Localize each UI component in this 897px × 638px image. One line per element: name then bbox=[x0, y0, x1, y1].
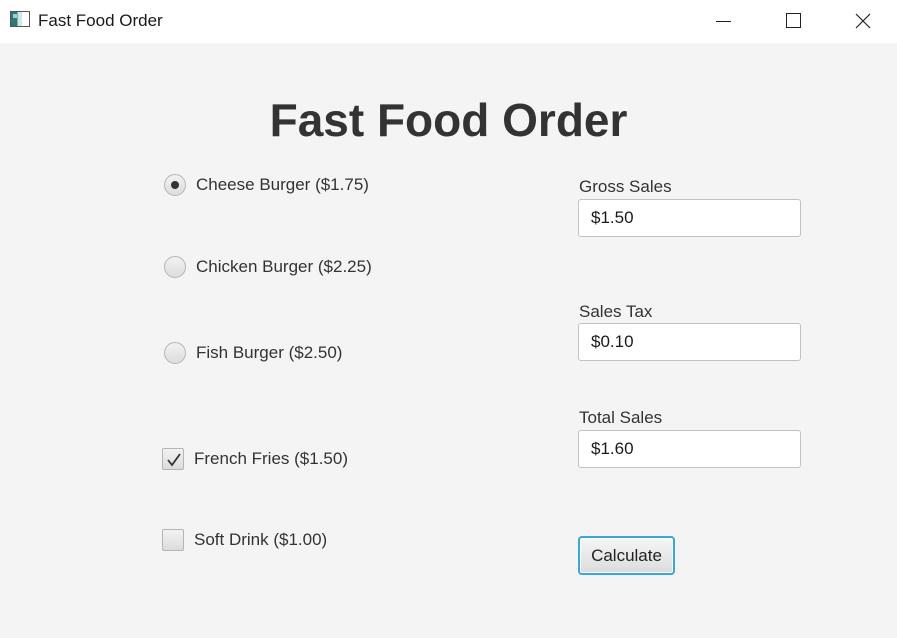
checkbox-label: French Fries ($1.50) bbox=[194, 449, 348, 468]
radio-label: Fish Burger ($2.50) bbox=[196, 343, 343, 362]
checkbox-icon[interactable] bbox=[162, 448, 184, 470]
radio-cheese-burger[interactable]: Cheese Burger ($1.75) bbox=[164, 174, 369, 196]
minimize-button[interactable] bbox=[700, 0, 746, 43]
checkbox-french-fries[interactable]: French Fries ($1.50) bbox=[162, 448, 348, 470]
radio-label: Cheese Burger ($1.75) bbox=[196, 175, 369, 194]
radio-label: Chicken Burger ($2.25) bbox=[196, 257, 372, 276]
radio-chicken-burger[interactable]: Chicken Burger ($2.25) bbox=[164, 256, 372, 278]
gross-sales-label: Gross Sales bbox=[579, 177, 672, 196]
checkbox-icon[interactable] bbox=[162, 529, 184, 551]
total-sales-field[interactable] bbox=[578, 430, 801, 468]
checkbox-soft-drink[interactable]: Soft Drink ($1.00) bbox=[162, 529, 327, 551]
close-button[interactable] bbox=[840, 0, 886, 43]
app-window: Fast Food Order Fast Food Order Cheese B… bbox=[0, 0, 897, 638]
calculate-button[interactable]: Calculate bbox=[578, 536, 675, 575]
sales-tax-field[interactable] bbox=[578, 323, 801, 361]
gross-sales-field[interactable] bbox=[578, 199, 801, 237]
total-sales-label: Total Sales bbox=[579, 408, 663, 427]
maximize-button[interactable] bbox=[770, 0, 816, 43]
app-icon bbox=[10, 11, 30, 27]
checkbox-label: Soft Drink ($1.00) bbox=[194, 530, 328, 549]
window-title: Fast Food Order bbox=[38, 11, 163, 30]
radio-fish-burger[interactable]: Fish Burger ($2.50) bbox=[164, 342, 342, 364]
sales-tax-label: Sales Tax bbox=[579, 302, 653, 321]
radio-button-icon[interactable] bbox=[164, 174, 186, 196]
checkmark-icon bbox=[167, 453, 181, 467]
radio-button-icon[interactable] bbox=[164, 342, 186, 364]
title-bar: Fast Food Order bbox=[0, 0, 897, 43]
page-title: Fast Food Order bbox=[269, 94, 628, 146]
radio-button-icon[interactable] bbox=[164, 256, 186, 278]
close-icon bbox=[855, 13, 871, 29]
